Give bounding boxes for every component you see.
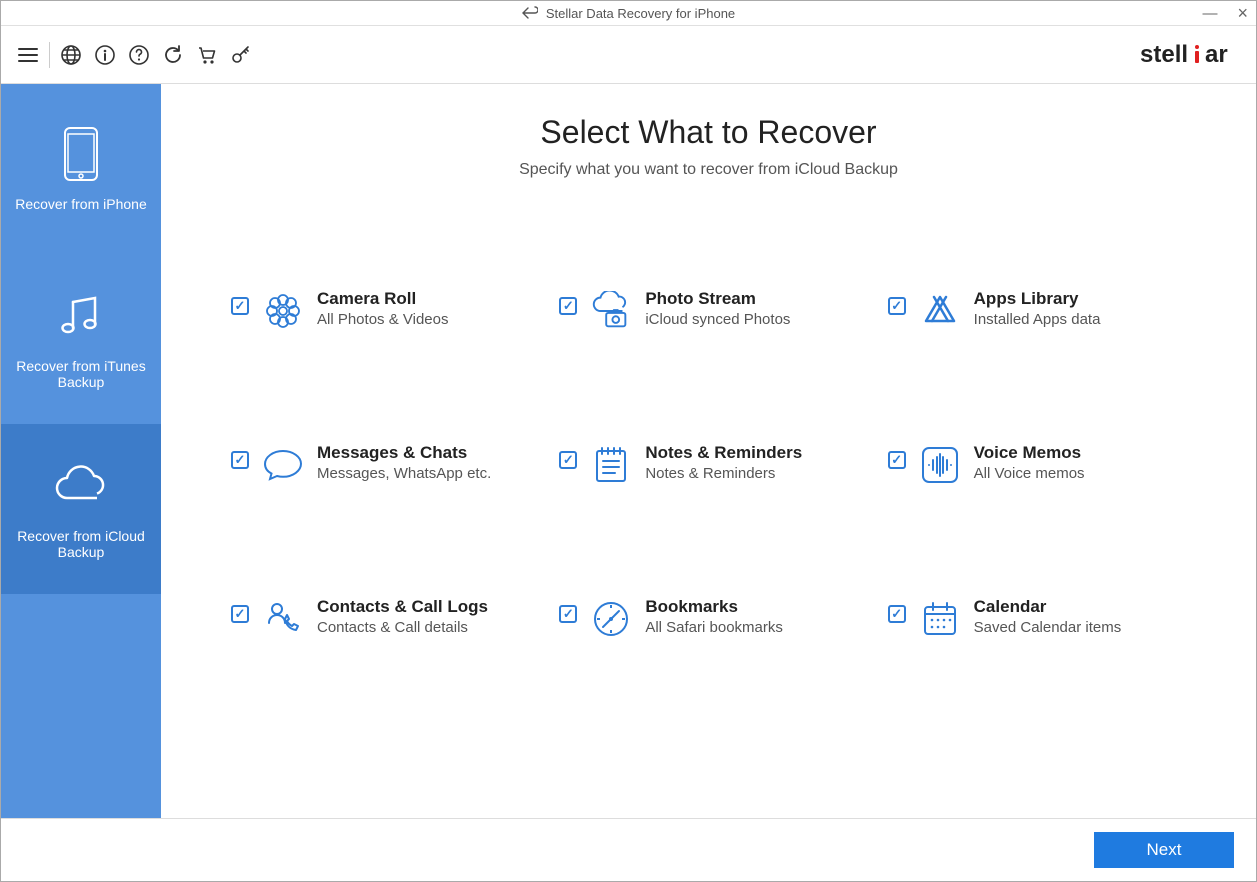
sidebar-item-iphone[interactable]: Recover from iPhone [1, 84, 161, 254]
notepad-icon [589, 443, 633, 487]
checkbox[interactable]: ✓ [559, 605, 577, 623]
sidebar-item-label: Recover from iTunes Backup [11, 358, 151, 390]
category-bookmarks[interactable]: ✓ Bookmarks All Safari bookmarks [559, 597, 857, 641]
minimize-button[interactable]: — [1202, 5, 1217, 22]
category-title: Notes & Reminders [645, 443, 802, 463]
category-title: Calendar [974, 597, 1122, 617]
contact-phone-icon [261, 597, 305, 641]
category-title: Camera Roll [317, 289, 448, 309]
category-subtitle: All Photos & Videos [317, 311, 448, 328]
category-subtitle: All Safari bookmarks [645, 619, 783, 636]
svg-text:ar: ar [1205, 41, 1228, 68]
toolbar: stell ar [1, 26, 1256, 84]
menu-icon[interactable] [11, 38, 45, 72]
svg-text:stell: stell [1140, 41, 1188, 68]
category-subtitle: Messages, WhatsApp etc. [317, 465, 491, 482]
category-voice-memos[interactable]: ✓ Voice Memos All Voice memos [888, 443, 1186, 487]
toolbar-separator [49, 42, 50, 68]
sidebar-item-icloud[interactable]: Recover from iCloud Backup [1, 424, 161, 594]
info-icon[interactable] [88, 38, 122, 72]
category-subtitle: Installed Apps data [974, 311, 1101, 328]
category-title: Bookmarks [645, 597, 783, 617]
category-subtitle: Contacts & Call details [317, 619, 488, 636]
sidebar: Recover from iPhone Recover from iTunes … [1, 84, 161, 818]
apps-icon [918, 289, 962, 333]
titlebar: Stellar Data Recovery for iPhone — × [1, 1, 1256, 26]
page-title: Select What to Recover [201, 114, 1216, 151]
category-contacts[interactable]: ✓ Contacts & Call Logs Contacts & Call d… [231, 597, 529, 641]
sidebar-item-label: Recover from iCloud Backup [11, 528, 151, 560]
globe-icon[interactable] [54, 38, 88, 72]
checkbox[interactable]: ✓ [888, 451, 906, 469]
back-arrow-icon[interactable] [522, 6, 538, 20]
cloud-camera-icon [589, 289, 633, 333]
sidebar-item-itunes[interactable]: Recover from iTunes Backup [1, 254, 161, 424]
checkbox[interactable]: ✓ [559, 451, 577, 469]
waveform-icon [918, 443, 962, 487]
checkbox[interactable]: ✓ [231, 605, 249, 623]
cloud-icon [51, 458, 111, 514]
category-subtitle: iCloud synced Photos [645, 311, 790, 328]
sidebar-item-label: Recover from iPhone [15, 196, 147, 212]
footer: Next [1, 818, 1256, 881]
calendar-icon [918, 597, 962, 641]
flower-icon [261, 289, 305, 333]
category-title: Voice Memos [974, 443, 1085, 463]
music-note-icon [57, 288, 105, 344]
category-title: Messages & Chats [317, 443, 491, 463]
category-apps-library[interactable]: ✓ Apps Library Installed Apps data [888, 289, 1186, 333]
iphone-icon [63, 126, 99, 182]
checkbox[interactable]: ✓ [559, 297, 577, 315]
checkbox[interactable]: ✓ [231, 451, 249, 469]
category-subtitle: Saved Calendar items [974, 619, 1122, 636]
checkbox[interactable]: ✓ [888, 605, 906, 623]
category-subtitle: Notes & Reminders [645, 465, 802, 482]
category-photo-stream[interactable]: ✓ Photo Stream iCloud synced Photos [559, 289, 857, 333]
checkbox[interactable]: ✓ [231, 297, 249, 315]
category-title: Photo Stream [645, 289, 790, 309]
brand-logo: stell ar [1140, 40, 1236, 70]
category-messages[interactable]: ✓ Messages & Chats Messages, WhatsApp et… [231, 443, 529, 487]
compass-icon [589, 597, 633, 641]
main-content: Select What to Recover Specify what you … [161, 84, 1256, 818]
category-title: Apps Library [974, 289, 1101, 309]
window-title: Stellar Data Recovery for iPhone [546, 6, 735, 21]
checkbox[interactable]: ✓ [888, 297, 906, 315]
close-button[interactable]: × [1237, 3, 1248, 24]
category-grid: ✓ Camera Roll All Photos & Videos ✓ Phot… [201, 289, 1216, 641]
category-title: Contacts & Call Logs [317, 597, 488, 617]
help-icon[interactable] [122, 38, 156, 72]
category-calendar[interactable]: ✓ Calendar Saved Calendar items [888, 597, 1186, 641]
page-subtitle: Specify what you want to recover from iC… [201, 161, 1216, 179]
next-button[interactable]: Next [1094, 832, 1234, 868]
category-notes[interactable]: ✓ Notes & Reminders Notes & Reminders [559, 443, 857, 487]
category-subtitle: All Voice memos [974, 465, 1085, 482]
chat-bubble-icon [261, 443, 305, 487]
refresh-icon[interactable] [156, 38, 190, 72]
category-camera-roll[interactable]: ✓ Camera Roll All Photos & Videos [231, 289, 529, 333]
key-icon[interactable] [224, 38, 258, 72]
cart-icon[interactable] [190, 38, 224, 72]
